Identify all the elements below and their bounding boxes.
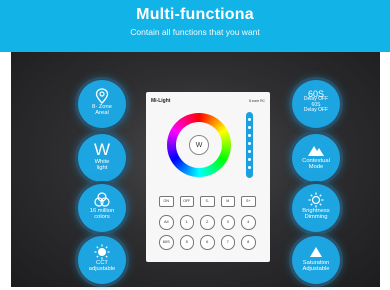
- off-button[interactable]: OFF: [179, 196, 194, 207]
- slider-dot: [248, 126, 251, 129]
- page: Multi-functiona Contain all functions th…: [0, 0, 390, 290]
- header-banner: Multi-functiona Contain all functions th…: [0, 0, 390, 52]
- speed-down-button[interactable]: S-: [200, 196, 215, 207]
- slider-dot: [248, 150, 251, 153]
- zone-key-row-1: All 1 2 3 4: [159, 215, 256, 230]
- on-button[interactable]: ON: [159, 196, 174, 207]
- palette-icon: [78, 191, 126, 208]
- speed-up-button[interactable]: S+: [241, 196, 256, 207]
- rc-label: 8 zone RC: [248, 99, 265, 103]
- zone-8-button[interactable]: 8: [241, 235, 256, 250]
- feature-brightness-label: Brightness Dimming: [302, 208, 330, 221]
- all-zone-button[interactable]: All: [159, 215, 174, 230]
- white-button[interactable]: W: [189, 135, 209, 155]
- banner-title: Multi-functiona: [136, 6, 254, 23]
- brand-logo: Mi-Light: [151, 98, 171, 104]
- feature-zone-label: 8- Zone Areal: [92, 104, 112, 117]
- feature-contextual: Contextual Mode: [292, 134, 340, 182]
- banner-subtitle: Contain all functions that you want: [130, 27, 260, 37]
- slider-dot: [248, 134, 251, 137]
- mode-key-row: ON OFF S- M S+: [159, 196, 256, 207]
- bulb-sun-icon: [78, 243, 126, 260]
- color-wheel[interactable]: W: [167, 113, 231, 177]
- mountain-icon: [292, 141, 340, 158]
- remote-panel: Mi-Light 8 zone RC W ON OFF S- M S+ All …: [146, 92, 270, 262]
- map-pin-icon: [78, 87, 126, 104]
- feature-delay-off: 60S Delay OFF 60S Delay OFF: [292, 80, 340, 128]
- zone-key-row-2: 60S 5 6 7 8: [159, 235, 256, 250]
- feature-brightness: Brightness Dimming: [292, 184, 340, 232]
- mode-button[interactable]: M: [220, 196, 235, 207]
- brightness-slider[interactable]: [246, 112, 253, 178]
- zone-1-button[interactable]: 1: [179, 215, 194, 230]
- slider-dot: [248, 166, 251, 169]
- feature-colors: 16 million colors: [78, 184, 126, 232]
- slider-dot: [248, 158, 251, 161]
- feature-zone: 8- Zone Areal: [78, 80, 126, 128]
- feature-saturation-label: Saturation Adjustable: [302, 260, 330, 273]
- feature-delay-label: Delay OFF 60S Delay OFF: [303, 96, 329, 113]
- wheel-center: W: [176, 122, 222, 168]
- zone-6-button[interactable]: 6: [200, 235, 215, 250]
- feature-cct-label: CCT adjustable: [88, 260, 116, 273]
- triangle-icon: [292, 243, 340, 260]
- feature-cct: CCT adjustable: [78, 236, 126, 284]
- slider-dot: [248, 118, 251, 121]
- zone-3-button[interactable]: 3: [220, 215, 235, 230]
- w-icon: W: [93, 140, 111, 159]
- slider-dot: [248, 142, 251, 145]
- delay-off-button[interactable]: 60S: [159, 235, 174, 250]
- sun-icon: [292, 191, 340, 208]
- zone-7-button[interactable]: 7: [220, 235, 235, 250]
- zone-2-button[interactable]: 2: [200, 215, 215, 230]
- feature-saturation: Saturation Adjustable: [292, 236, 340, 284]
- feature-colors-label: 16 million colors: [89, 208, 115, 221]
- feature-contextual-label: Contextual Mode: [302, 158, 330, 171]
- zone-5-button[interactable]: 5: [179, 235, 194, 250]
- feature-white-light: W White light: [78, 134, 126, 182]
- zone-4-button[interactable]: 4: [241, 215, 256, 230]
- feature-white-label: White light: [94, 159, 110, 172]
